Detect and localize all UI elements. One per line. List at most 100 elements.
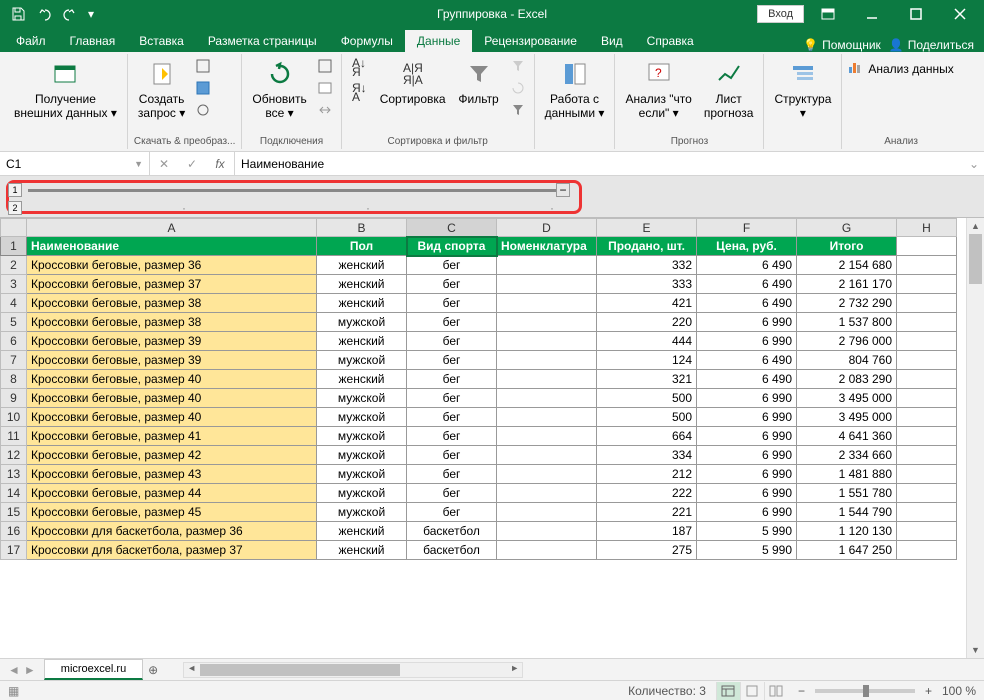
row-header-15[interactable]: 15 xyxy=(1,503,27,522)
cell[interactable]: Кроссовки беговые, размер 39 xyxy=(27,332,317,351)
cell[interactable]: Кроссовки беговые, размер 38 xyxy=(27,294,317,313)
cell[interactable] xyxy=(897,503,957,522)
formula-input[interactable] xyxy=(235,157,964,171)
zoom-level[interactable]: 100 % xyxy=(942,684,976,698)
cell[interactable]: 221 xyxy=(597,503,697,522)
close-button[interactable] xyxy=(940,0,980,28)
cell[interactable]: 187 xyxy=(597,522,697,541)
cell[interactable] xyxy=(897,389,957,408)
cell[interactable]: 321 xyxy=(597,370,697,389)
enter-formula-button[interactable]: ✓ xyxy=(178,152,206,176)
cell[interactable] xyxy=(897,313,957,332)
row-header-10[interactable]: 10 xyxy=(1,408,27,427)
row-header-2[interactable]: 2 xyxy=(1,256,27,275)
column-header-C[interactable]: C xyxy=(407,219,497,237)
cell[interactable] xyxy=(497,332,597,351)
cell[interactable] xyxy=(497,351,597,370)
cell[interactable]: 332 xyxy=(597,256,697,275)
cell[interactable]: 500 xyxy=(597,408,697,427)
row-header-13[interactable]: 13 xyxy=(1,465,27,484)
cell[interactable] xyxy=(497,503,597,522)
cell[interactable]: 2 732 290 xyxy=(797,294,897,313)
cell[interactable] xyxy=(497,484,597,503)
ribbon-display-options-button[interactable] xyxy=(808,0,848,28)
tab-формулы[interactable]: Формулы xyxy=(329,30,405,52)
from-table-button[interactable] xyxy=(193,78,213,98)
column-header-D[interactable]: D xyxy=(497,219,597,237)
cell[interactable] xyxy=(897,484,957,503)
cell[interactable]: Кроссовки беговые, размер 44 xyxy=(27,484,317,503)
row-header-4[interactable]: 4 xyxy=(1,294,27,313)
tab-разметка страницы[interactable]: Разметка страницы xyxy=(196,30,329,52)
row-header-9[interactable]: 9 xyxy=(1,389,27,408)
maximize-button[interactable] xyxy=(896,0,936,28)
name-box[interactable]: ▼ xyxy=(0,152,150,175)
row-header-14[interactable]: 14 xyxy=(1,484,27,503)
cell[interactable]: бег xyxy=(407,256,497,275)
tab-данные[interactable]: Данные xyxy=(405,30,472,52)
cell[interactable] xyxy=(897,465,957,484)
cell[interactable] xyxy=(897,275,957,294)
sheet-nav-next-button[interactable]: ► xyxy=(24,663,36,677)
cell[interactable]: 421 xyxy=(597,294,697,313)
outline-button[interactable]: Структура ▾ xyxy=(770,56,835,123)
cell[interactable] xyxy=(497,294,597,313)
outline-collapse-button[interactable]: − xyxy=(556,183,570,197)
sort-button[interactable]: А|ЯЯ|А Сортировка xyxy=(376,56,450,108)
zoom-out-button[interactable]: − xyxy=(798,684,805,698)
cell[interactable]: 1 544 790 xyxy=(797,503,897,522)
outline-level-1-button[interactable]: 1 xyxy=(8,183,22,197)
cell[interactable]: 444 xyxy=(597,332,697,351)
cell[interactable]: бег xyxy=(407,370,497,389)
row-header-1[interactable]: 1 xyxy=(1,237,27,256)
column-header-G[interactable]: G xyxy=(797,219,897,237)
data-tools-button[interactable]: Работа с данными ▾ xyxy=(541,56,609,123)
save-button[interactable] xyxy=(6,2,30,26)
cell[interactable]: 1 481 880 xyxy=(797,465,897,484)
cell[interactable]: мужской xyxy=(317,313,407,332)
cell[interactable]: Кроссовки беговые, размер 40 xyxy=(27,389,317,408)
sort-az-button[interactable]: А↓Я xyxy=(348,56,372,80)
cell[interactable]: 3 495 000 xyxy=(797,389,897,408)
cell[interactable]: женский xyxy=(317,332,407,351)
tell-me-button[interactable]: 💡Помощник xyxy=(803,38,881,52)
signin-button[interactable]: Вход xyxy=(757,5,804,23)
cell[interactable]: 6 990 xyxy=(697,446,797,465)
cell[interactable]: 6 990 xyxy=(697,313,797,332)
cell[interactable]: 1 647 250 xyxy=(797,541,897,560)
column-header-E[interactable]: E xyxy=(597,219,697,237)
sheet-nav-prev-button[interactable]: ◄ xyxy=(8,663,20,677)
reapply-button[interactable] xyxy=(508,78,528,98)
row-header-8[interactable]: 8 xyxy=(1,370,27,389)
cell[interactable] xyxy=(497,465,597,484)
cell[interactable]: 2 161 170 xyxy=(797,275,897,294)
horizontal-scrollbar[interactable]: ◄ ► xyxy=(183,662,523,678)
sort-za-button[interactable]: Я↓А xyxy=(348,81,372,105)
clear-filter-button[interactable] xyxy=(508,56,528,76)
cell[interactable]: бег xyxy=(407,465,497,484)
cell[interactable] xyxy=(897,541,957,560)
cell[interactable] xyxy=(497,370,597,389)
cell[interactable]: 333 xyxy=(597,275,697,294)
header-cell[interactable]: Номенклатура xyxy=(497,237,597,256)
cell[interactable]: мужской xyxy=(317,408,407,427)
row-header-3[interactable]: 3 xyxy=(1,275,27,294)
cell[interactable]: женский xyxy=(317,256,407,275)
cell[interactable]: 664 xyxy=(597,427,697,446)
cell[interactable]: Кроссовки беговые, размер 43 xyxy=(27,465,317,484)
header-cell[interactable]: Вид спорта xyxy=(407,237,497,256)
tab-главная[interactable]: Главная xyxy=(58,30,128,52)
tab-рецензирование[interactable]: Рецензирование xyxy=(472,30,589,52)
cell[interactable]: бег xyxy=(407,446,497,465)
cell[interactable] xyxy=(497,522,597,541)
cell[interactable]: 124 xyxy=(597,351,697,370)
cell[interactable] xyxy=(897,351,957,370)
cell[interactable]: бег xyxy=(407,484,497,503)
cell[interactable] xyxy=(897,408,957,427)
cell[interactable]: 6 990 xyxy=(697,408,797,427)
advanced-filter-button[interactable] xyxy=(508,100,528,120)
properties-button[interactable] xyxy=(315,78,335,98)
cell[interactable] xyxy=(497,256,597,275)
header-cell[interactable]: Пол xyxy=(317,237,407,256)
show-queries-button[interactable] xyxy=(193,56,213,76)
